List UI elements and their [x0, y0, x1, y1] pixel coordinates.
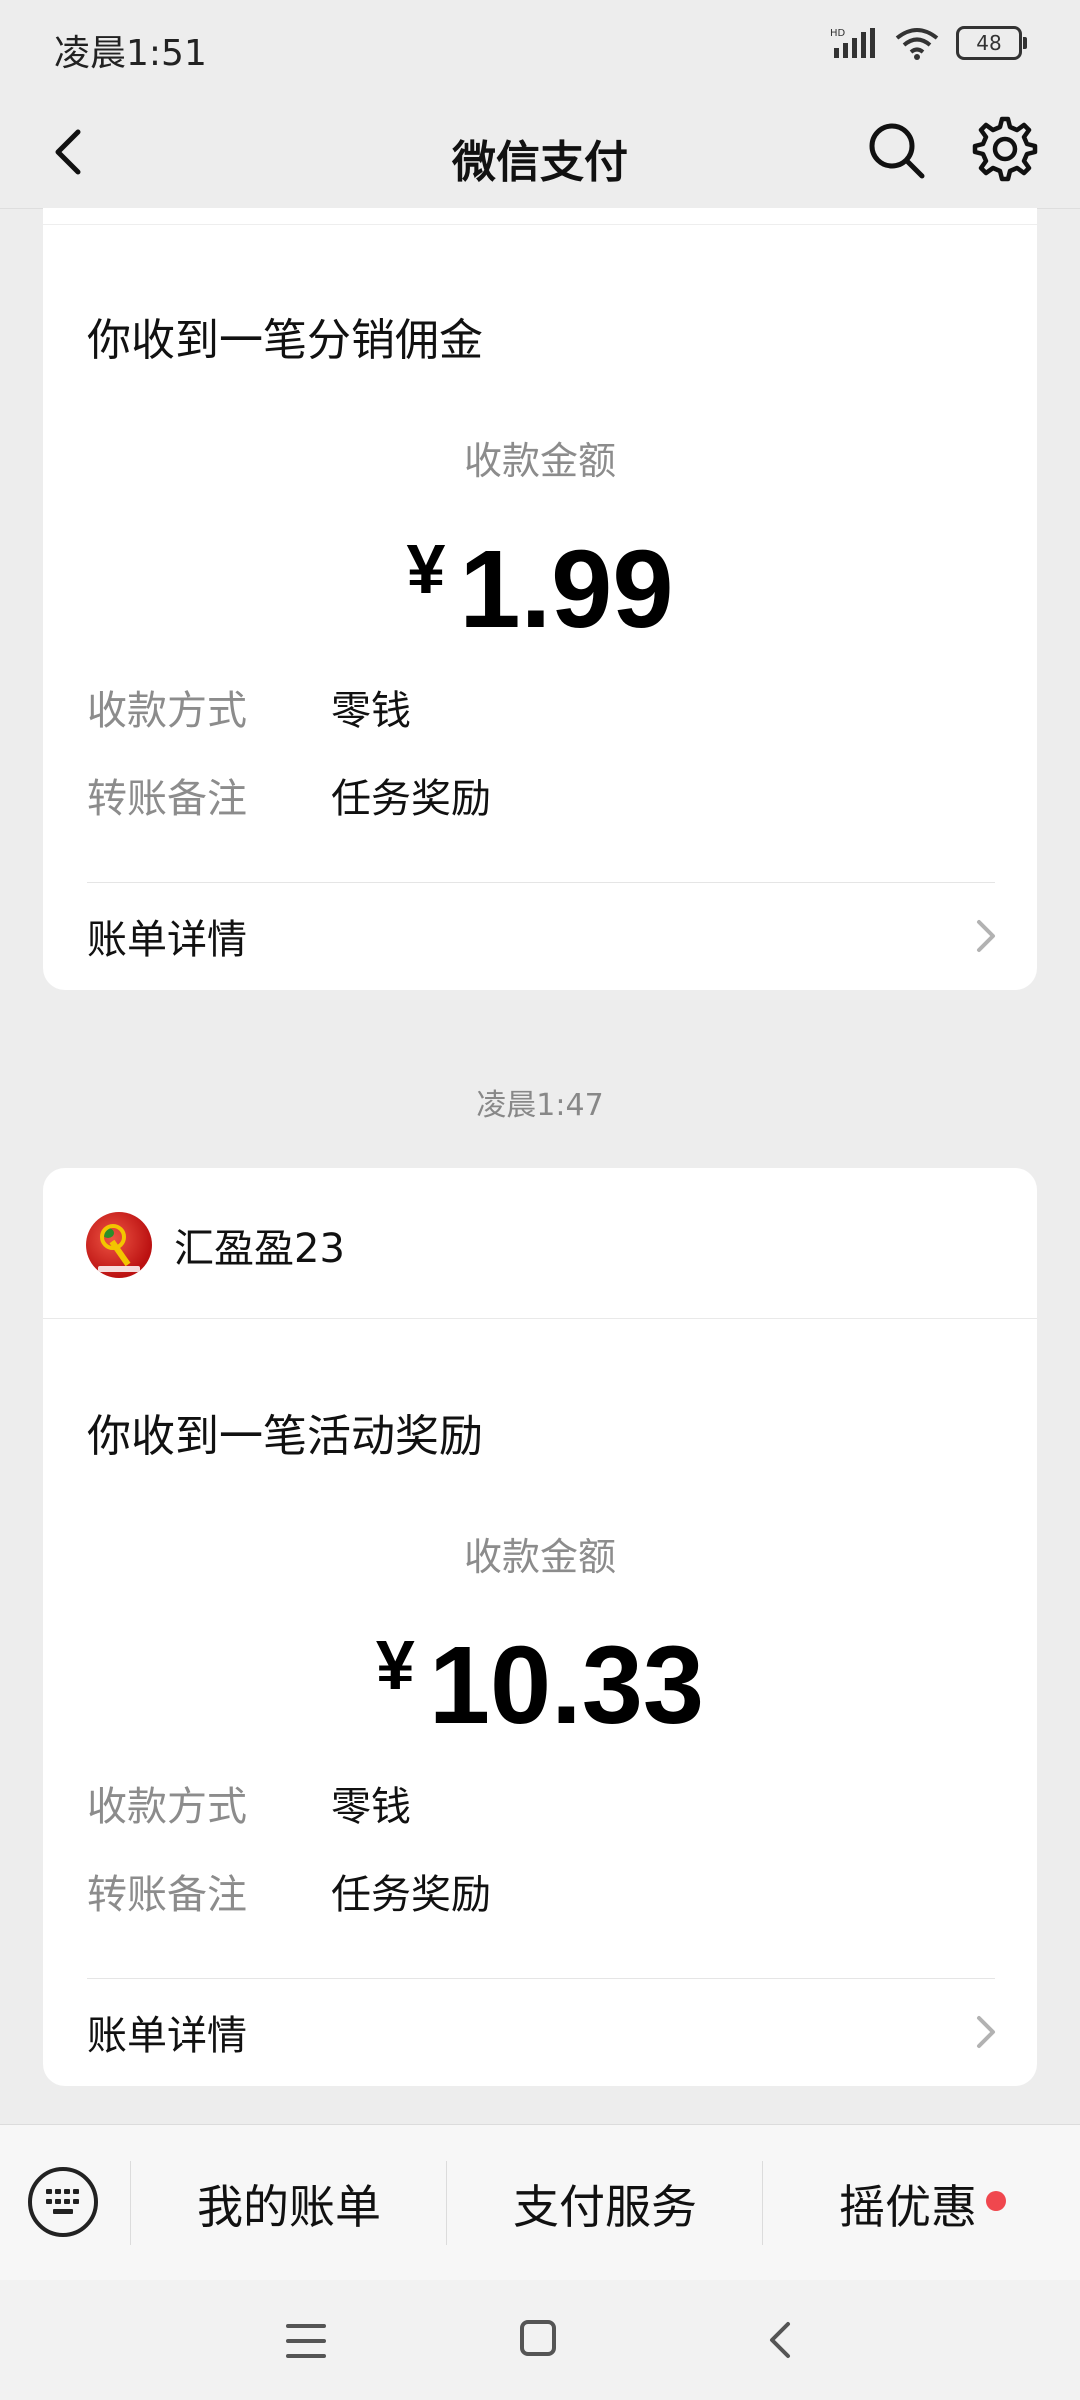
- card-headline: 你收到一笔活动奖励: [87, 1411, 483, 1462]
- battery-indicator: 48: [956, 26, 1027, 60]
- field-key: 收款方式: [87, 688, 247, 734]
- amount-value: ¥10.33: [43, 1622, 1037, 1749]
- payment-card: 汇盈盈23 你收到一笔活动奖励 收款金额 ¥10.33 收款方式 零钱 转账备注…: [43, 1168, 1037, 2086]
- signal-icon: HD: [830, 28, 875, 58]
- bottom-menu-bar: 我的账单 支付服务 摇优惠: [0, 2124, 1080, 2281]
- card-headline: 你收到一笔分销佣金: [87, 315, 483, 366]
- title-bar: 微信支付: [0, 96, 1080, 209]
- bill-details-row[interactable]: 账单详情: [87, 886, 1001, 986]
- field-value: 零钱: [331, 688, 411, 734]
- bill-divider: [87, 882, 995, 883]
- sender-row[interactable]: 汇盈盈23: [86, 1212, 345, 1278]
- amount-label: 收款金额: [463, 1535, 616, 1579]
- field-row: 转账备注 任务奖励: [87, 766, 491, 824]
- chevron-right-icon: [977, 920, 995, 952]
- status-bar: 凌晨1:51 HD 48: [0, 0, 1080, 96]
- field-key: 收款方式: [87, 1784, 247, 1830]
- avatar: [86, 1212, 152, 1278]
- menu-payment-services[interactable]: 支付服务: [447, 2171, 763, 2237]
- field-key: 转账备注: [87, 776, 247, 822]
- chevron-right-icon: [977, 2016, 995, 2048]
- field-value: 零钱: [331, 1784, 411, 1830]
- card-divider: [43, 224, 1037, 225]
- gear-icon[interactable]: [970, 114, 1040, 184]
- field-row: 转账备注 任务奖励: [87, 1862, 491, 1920]
- notification-dot: [986, 2191, 1006, 2211]
- status-time: 凌晨1:51: [54, 33, 207, 74]
- menu-my-bills[interactable]: 我的账单: [131, 2171, 447, 2237]
- card-divider: [43, 1318, 1037, 1319]
- nav-back-icon[interactable]: [760, 2318, 800, 2362]
- currency-symbol: ¥: [406, 530, 446, 608]
- nav-home-icon[interactable]: [520, 2320, 556, 2356]
- status-icons: HD 48: [830, 26, 1027, 60]
- field-key: 转账备注: [87, 1872, 247, 1918]
- search-icon[interactable]: [862, 116, 930, 184]
- network-label: HD: [830, 28, 846, 39]
- bill-details-row[interactable]: 账单详情: [87, 1982, 1001, 2082]
- sender-name: 汇盈盈23: [174, 1226, 345, 1272]
- bill-divider: [87, 1978, 995, 1979]
- field-row: 收款方式 零钱: [87, 678, 411, 736]
- system-nav-bar: [0, 2280, 1080, 2400]
- wifi-icon: [895, 28, 939, 60]
- payment-card: 你收到一笔分销佣金 收款金额 ¥1.99 收款方式 零钱 转账备注 任务奖励 账…: [43, 208, 1037, 990]
- nav-menu-icon[interactable]: [286, 2324, 326, 2358]
- message-timestamp: 凌晨1:47: [476, 1088, 604, 1123]
- menu-shake-deals-label: 摇优惠: [839, 2180, 977, 2234]
- amount-number: 1.99: [459, 528, 674, 651]
- amount-number: 10.33: [428, 1624, 705, 1747]
- currency-symbol: ¥: [375, 1626, 415, 1704]
- amount-label: 收款金额: [463, 439, 616, 483]
- field-value: 任务奖励: [331, 776, 491, 822]
- menu-shake-deals[interactable]: 摇优惠: [763, 2171, 1053, 2237]
- amount-value: ¥1.99: [43, 526, 1037, 653]
- field-value: 任务奖励: [331, 1872, 491, 1918]
- field-row: 收款方式 零钱: [87, 1774, 411, 1832]
- keyboard-icon[interactable]: [28, 2167, 98, 2237]
- bill-details-label: 账单详情: [87, 917, 247, 963]
- bill-details-label: 账单详情: [87, 2013, 247, 2059]
